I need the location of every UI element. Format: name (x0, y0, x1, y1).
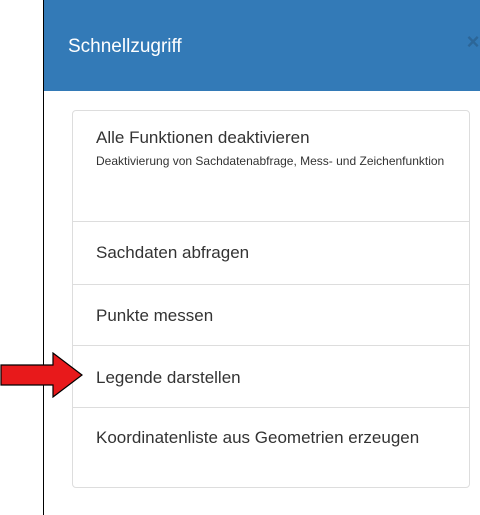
quick-access-dialog: Schnellzugriff × Alle Funktionen deaktiv… (43, 0, 480, 515)
list-item-label: Koordinatenliste aus Geometrien erzeugen (96, 428, 420, 447)
dialog-title: Schnellzugriff (68, 36, 182, 57)
list-item-coordinate-list-from-geometries[interactable]: Koordinatenliste aus Geometrien erzeugen (73, 408, 469, 487)
red-arrow-right-icon (0, 352, 83, 398)
list-item-label: Punkte messen (96, 306, 214, 325)
arrow-shape (0, 352, 83, 398)
close-icon[interactable]: × (463, 31, 480, 53)
list-item-label: Legende darstellen (96, 368, 241, 387)
list-item-show-legend[interactable]: Legende darstellen (73, 346, 469, 408)
dialog-header: Schnellzugriff × (44, 0, 480, 91)
list-item-description: Deaktivierung von Sachdatenabfrage, Mess… (96, 154, 445, 168)
list-item-disable-all-functions[interactable]: Alle Funktionen deaktivieren Deaktivieru… (73, 111, 469, 222)
function-list: Alle Funktionen deaktivieren Deaktivieru… (72, 110, 470, 488)
list-item-query-attribute-data[interactable]: Sachdaten abfragen (73, 222, 469, 285)
list-item-label: Sachdaten abfragen (96, 243, 250, 262)
list-item-measure-points[interactable]: Punkte messen (73, 285, 469, 346)
list-item-label: Alle Funktionen deaktivieren (96, 128, 310, 147)
